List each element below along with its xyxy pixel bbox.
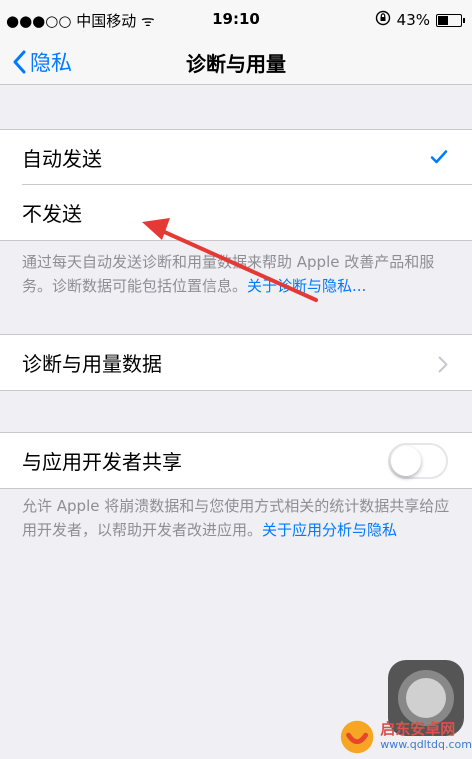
chevron-right-icon [438, 354, 448, 378]
send-footer-note: 通过每天自动发送诊断和用量数据来帮助 Apple 改善产品和服务。诊断数据可能包… [22, 250, 450, 298]
page-title: 诊断与用量 [186, 52, 286, 76]
watermark-url: www.qdltdq.com [380, 738, 472, 751]
battery-percent: 43% [396, 11, 430, 29]
toggle-knob [391, 446, 421, 476]
analytics-privacy-link[interactable]: 关于应用分析与隐私 [262, 521, 397, 539]
status-bar: ●●●○○ 中国移动 ᯤ 19:10 43% [0, 0, 472, 38]
diagnostics-group: 诊断与用量数据 [0, 334, 472, 391]
send-options-group: 自动发送 不发送 [0, 129, 472, 241]
option-dont-send-label: 不发送 [22, 202, 82, 226]
share-with-developers-label: 与应用开发者共享 [22, 450, 182, 474]
option-auto-send-label: 自动发送 [22, 147, 102, 171]
diagnostics-data-label: 诊断与用量数据 [22, 352, 162, 376]
watermark-name: 启东安卓网 [380, 720, 456, 738]
share-footer-note: 允许 Apple 将崩溃数据和与您使用方式相关的统计数据共享给应用开发者，以帮助… [22, 494, 450, 542]
watermark-logo-icon [340, 720, 374, 754]
orientation-lock-icon [375, 10, 391, 30]
privacy-link[interactable]: 关于诊断与隐私... [247, 277, 366, 295]
diagnostics-data-row[interactable]: 诊断与用量数据 [0, 335, 472, 390]
battery-icon [436, 13, 465, 27]
share-group: 与应用开发者共享 [0, 432, 472, 489]
watermark: 启东安卓网 www.qdltdq.com [338, 715, 472, 759]
share-with-developers-row: 与应用开发者共享 [0, 433, 472, 488]
option-dont-send[interactable]: 不发送 [0, 185, 472, 240]
send-footer-text: 通过每天自动发送诊断和用量数据来帮助 Apple 改善产品和服务。诊断数据可能包… [22, 253, 435, 295]
battery-indicator: 43% [375, 10, 465, 30]
option-auto-send[interactable]: 自动发送 [0, 130, 472, 185]
checkmark-icon [430, 146, 448, 170]
navigation-bar: 隐私 诊断与用量 [0, 38, 472, 85]
share-toggle[interactable] [388, 443, 448, 479]
